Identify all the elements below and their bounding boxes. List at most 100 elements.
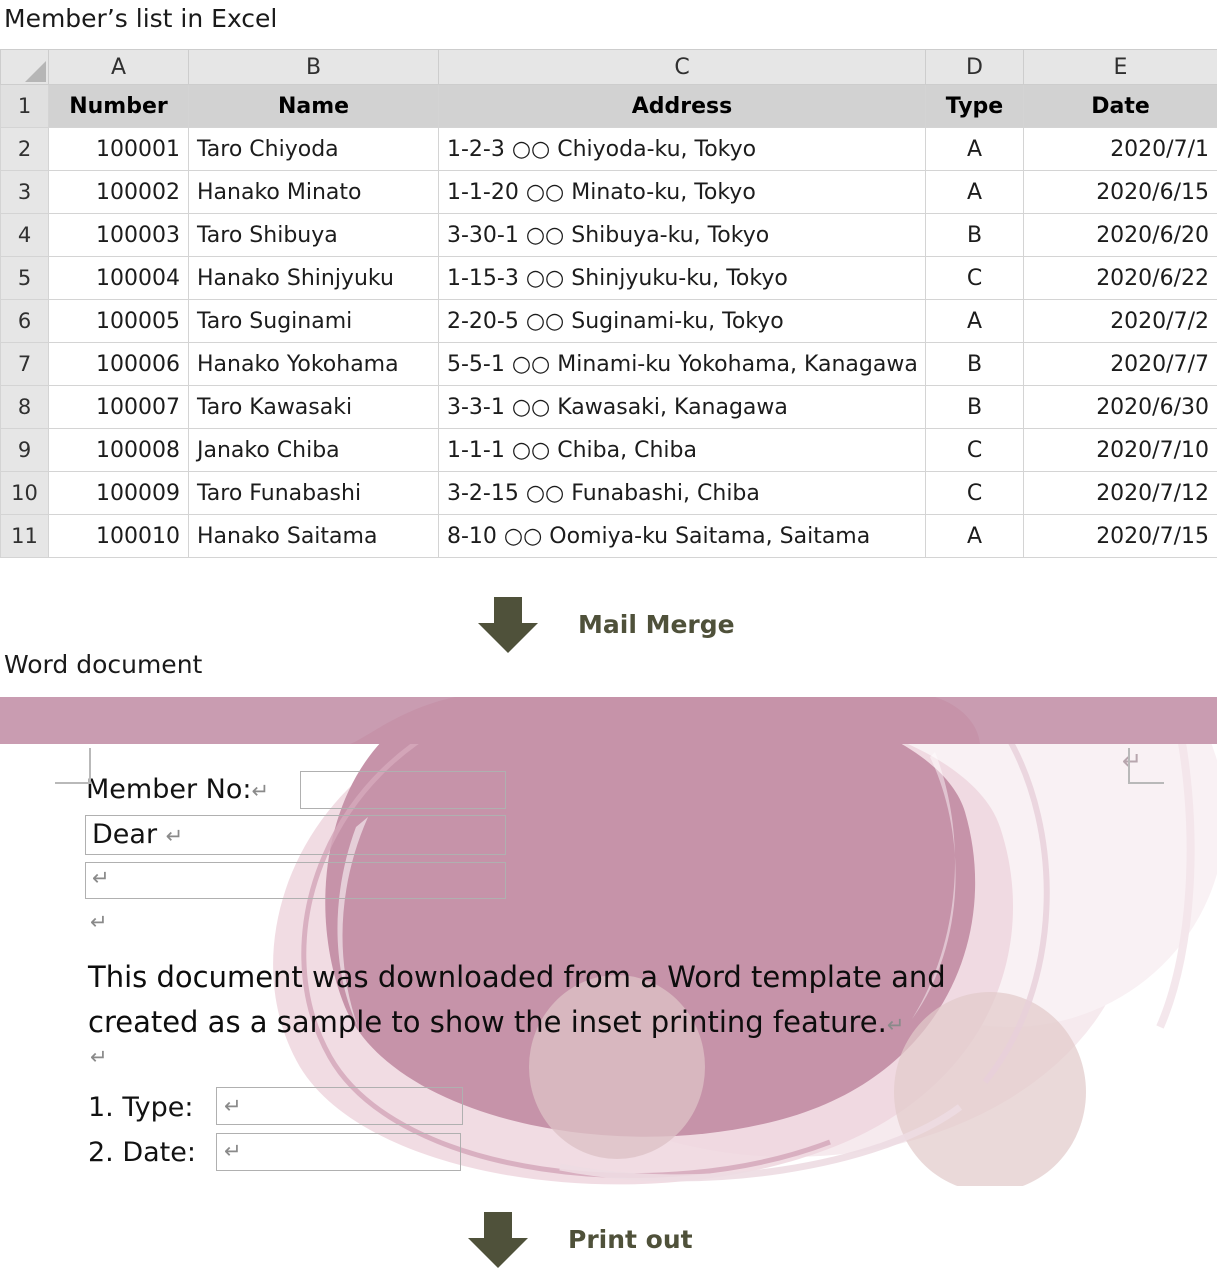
table-row: 4 100003 Taro Shibuya 3-30-1 ○○ Shibuya-ku,… <box>0 213 1217 257</box>
cell-type-row-8[interactable]: B <box>925 385 1024 429</box>
date-field-pilcrow-icon: ↵ <box>224 1139 242 1163</box>
cell-number-row-10[interactable]: 100009 <box>48 471 189 515</box>
cell-address-row-6[interactable]: 2-20-5 ○○ Suginami-ku, Tokyo <box>438 299 926 343</box>
column-header-b[interactable]: B <box>188 49 439 85</box>
type-merge-field-box[interactable] <box>216 1087 463 1125</box>
cell-type-row-2[interactable]: A <box>925 127 1024 171</box>
cell-number-row-6[interactable]: 100005 <box>48 299 189 343</box>
cell-name-row-10[interactable]: Taro Funabashi <box>188 471 439 515</box>
type-field-pilcrow-icon: ↵ <box>224 1094 242 1118</box>
row-number-2[interactable]: 2 <box>0 127 49 171</box>
cell-name-row-5[interactable]: Hanako Shinjyuku <box>188 256 439 300</box>
cell-date-row-6[interactable]: 2020/7/2 <box>1023 299 1217 343</box>
cell-date-row-2[interactable]: 2020/7/1 <box>1023 127 1217 171</box>
cell-date-row-11[interactable]: 2020/7/15 <box>1023 514 1217 558</box>
cell-address-row-10[interactable]: 3-2-15 ○○ Funabashi, Chiba <box>438 471 926 515</box>
cell-date-row-7[interactable]: 2020/7/7 <box>1023 342 1217 386</box>
cell-name-row-6[interactable]: Taro Suginami <box>188 299 439 343</box>
cell-name-row-11[interactable]: Hanako Saitama <box>188 514 439 558</box>
member-no-merge-field-box[interactable] <box>300 771 506 809</box>
margin-marker-top-left <box>55 748 91 784</box>
member-no-line: Member No:↵ <box>86 774 269 805</box>
table-row: 9 100008 Janako Chiba 1-1-1 ○○ Chiba, Chiba… <box>0 428 1217 472</box>
cell-type-row-11[interactable]: A <box>925 514 1024 558</box>
cell-date-row-4[interactable]: 2020/6/20 <box>1023 213 1217 257</box>
column-header-d[interactable]: D <box>925 49 1024 85</box>
row-number-7[interactable]: 7 <box>0 342 49 386</box>
cell-address-row-11[interactable]: 8-10 ○○ Oomiya-ku Saitama, Saitama <box>438 514 926 558</box>
cell-type-row-3[interactable]: A <box>925 170 1024 214</box>
cell-date-row-3[interactable]: 2020/6/15 <box>1023 170 1217 214</box>
dear-label: Dear <box>92 819 158 850</box>
date-merge-field-box[interactable] <box>216 1133 461 1171</box>
cell-type-row-5[interactable]: C <box>925 256 1024 300</box>
cell-number-row-7[interactable]: 100006 <box>48 342 189 386</box>
cell-type-row-6[interactable]: A <box>925 299 1024 343</box>
header-cell-address: Address <box>438 84 926 128</box>
cell-name-row-7[interactable]: Hanako Yokohama <box>188 342 439 386</box>
excel-section-caption: Member’s list in Excel <box>4 4 278 33</box>
cell-type-row-7[interactable]: B <box>925 342 1024 386</box>
cell-address-row-5[interactable]: 1-15-3 ○○ Shinjyuku-ku, Tokyo <box>438 256 926 300</box>
row-number-8[interactable]: 8 <box>0 385 49 429</box>
row-number-3[interactable]: 3 <box>0 170 49 214</box>
cell-number-row-8[interactable]: 100007 <box>48 385 189 429</box>
cell-type-row-4[interactable]: B <box>925 213 1024 257</box>
cell-name-row-2[interactable]: Taro Chiyoda <box>188 127 439 171</box>
body-pilcrow-icon: ↵ <box>886 1013 905 1037</box>
row-number-11[interactable]: 11 <box>0 514 49 558</box>
body-text-line-2: created as a sample to show the inset pr… <box>88 1000 904 1048</box>
member-no-pilcrow-icon: ↵ <box>251 779 270 803</box>
row-number-1[interactable]: 1 <box>0 84 49 128</box>
row-number-10[interactable]: 10 <box>0 471 49 515</box>
cell-name-row-4[interactable]: Taro Shibuya <box>188 213 439 257</box>
cell-date-row-10[interactable]: 2020/7/12 <box>1023 471 1217 515</box>
cell-address-row-9[interactable]: 1-1-1 ○○ Chiba, Chiba <box>438 428 926 472</box>
cell-date-row-9[interactable]: 2020/7/10 <box>1023 428 1217 472</box>
row-number-9[interactable]: 9 <box>0 428 49 472</box>
cell-type-row-9[interactable]: C <box>925 428 1024 472</box>
cell-name-row-3[interactable]: Hanako Minato <box>188 170 439 214</box>
cell-date-row-5[interactable]: 2020/6/22 <box>1023 256 1217 300</box>
margin-marker-top-right <box>1128 748 1164 784</box>
cell-number-row-9[interactable]: 100008 <box>48 428 189 472</box>
cell-type-row-10[interactable]: C <box>925 471 1024 515</box>
item-type-label: 1. Type: <box>88 1092 194 1123</box>
cell-address-row-4[interactable]: 3-30-1 ○○ Shibuya-ku, Tokyo <box>438 213 926 257</box>
row-number-4[interactable]: 4 <box>0 213 49 257</box>
body-text-line-2-text: created as a sample to show the inset pr… <box>88 1005 887 1039</box>
select-all-corner[interactable] <box>0 49 49 85</box>
blank-merge-field-box[interactable] <box>85 862 506 899</box>
cell-address-row-3[interactable]: 1-1-20 ○○ Minato-ku, Tokyo <box>438 170 926 214</box>
print-out-label: Print out <box>568 1225 693 1254</box>
row-number-6[interactable]: 6 <box>0 299 49 343</box>
cell-number-row-3[interactable]: 100002 <box>48 170 189 214</box>
table-row: 2 100001 Taro Chiyoda 1-2-3 ○○ Chiyoda-ku, … <box>0 127 1217 171</box>
table-row: 3 100002 Hanako Minato 1-1-20 ○○ Minato-ku,… <box>0 170 1217 214</box>
body-text-line-1: This document was downloaded from a Word… <box>88 960 946 994</box>
item-date-label: 2. Date: <box>88 1137 196 1168</box>
cell-number-row-4[interactable]: 100003 <box>48 213 189 257</box>
table-header-row: 1 Number Name Address Type Date <box>0 84 1217 128</box>
cell-name-row-9[interactable]: Janako Chiba <box>188 428 439 472</box>
cell-address-row-7[interactable]: 5-5-1 ○○ Minami-ku Yokohama, Kanagawa <box>438 342 926 386</box>
row-number-5[interactable]: 5 <box>0 256 49 300</box>
cell-date-row-8[interactable]: 2020/6/30 <box>1023 385 1217 429</box>
header-cell-number: Number <box>48 84 189 128</box>
word-document-preview: Member No:↵ Dear ↵ ↵ ↵ This document was… <box>0 697 1217 1186</box>
column-header-e[interactable]: E <box>1023 49 1217 85</box>
after-body-pilcrow-icon: ↵ <box>90 1045 108 1069</box>
mail-merge-flow: Mail Merge <box>478 597 735 653</box>
cell-number-row-5[interactable]: 100004 <box>48 256 189 300</box>
dear-line: Dear ↵ <box>92 819 183 850</box>
word-section-caption: Word document <box>4 650 203 679</box>
cell-number-row-2[interactable]: 100001 <box>48 127 189 171</box>
cell-address-row-8[interactable]: 3-3-1 ○○ Kawasaki, Kanagawa <box>438 385 926 429</box>
down-arrow-icon <box>478 597 538 653</box>
column-header-c[interactable]: C <box>438 49 926 85</box>
cell-number-row-11[interactable]: 100010 <box>48 514 189 558</box>
cell-name-row-8[interactable]: Taro Kawasaki <box>188 385 439 429</box>
table-row: 5 100004 Hanako Shinjyuku 1-15-3 ○○ Shinjyu… <box>0 256 1217 300</box>
cell-address-row-2[interactable]: 1-2-3 ○○ Chiyoda-ku, Tokyo <box>438 127 926 171</box>
column-header-a[interactable]: A <box>48 49 189 85</box>
